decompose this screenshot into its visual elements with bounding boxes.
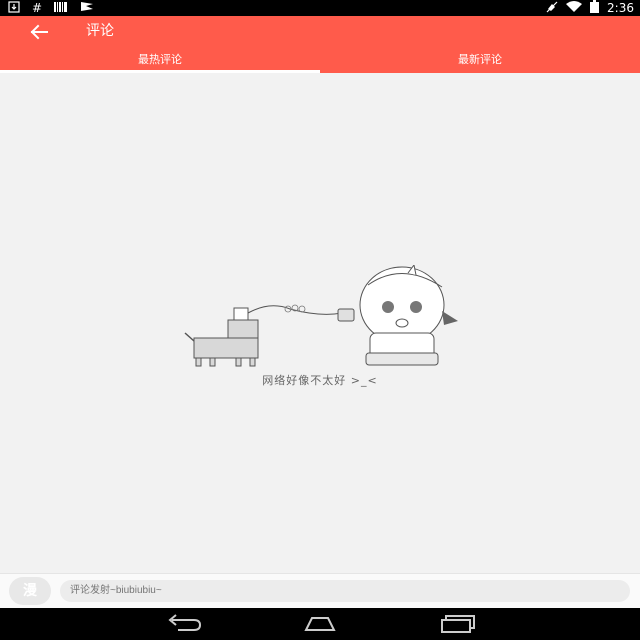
status-time: 2:36: [607, 1, 634, 15]
comment-list-area: [0, 73, 640, 573]
status-system-icons: 2:36: [546, 0, 634, 16]
arrow-left-icon[interactable]: [28, 22, 50, 42]
avatar[interactable]: 漫: [9, 577, 51, 605]
mute-icon: [546, 1, 558, 16]
network-error-illustration: [180, 263, 470, 375]
battery-icon: [590, 0, 600, 16]
home-icon[interactable]: [300, 614, 340, 634]
status-bar: # 2:36: [0, 0, 640, 16]
comment-input[interactable]: [60, 580, 630, 602]
hash-icon: #: [32, 1, 43, 15]
back-icon[interactable]: [164, 614, 204, 634]
recents-icon[interactable]: [438, 614, 478, 634]
tab-new-comments[interactable]: 最新评论: [320, 50, 640, 73]
barcode-icon: [54, 1, 68, 15]
network-error-message: 网络好像不太好 >_<: [262, 374, 378, 387]
download-icon: [8, 0, 20, 16]
status-notification-icons: #: [8, 0, 94, 16]
flag-icon: [80, 1, 94, 15]
tab-label: 最新评论: [458, 53, 502, 66]
tab-label: 最热评论: [138, 53, 182, 66]
tab-bar: 最热评论 最新评论: [0, 50, 640, 73]
page-title: 评论: [86, 23, 114, 39]
app-bar: 评论 最热评论 最新评论: [0, 16, 640, 73]
tab-hot-comments[interactable]: 最热评论: [0, 50, 320, 73]
system-nav-bar: [0, 608, 640, 640]
comment-input-bar: 漫: [0, 573, 640, 609]
wifi-icon: [566, 0, 583, 16]
